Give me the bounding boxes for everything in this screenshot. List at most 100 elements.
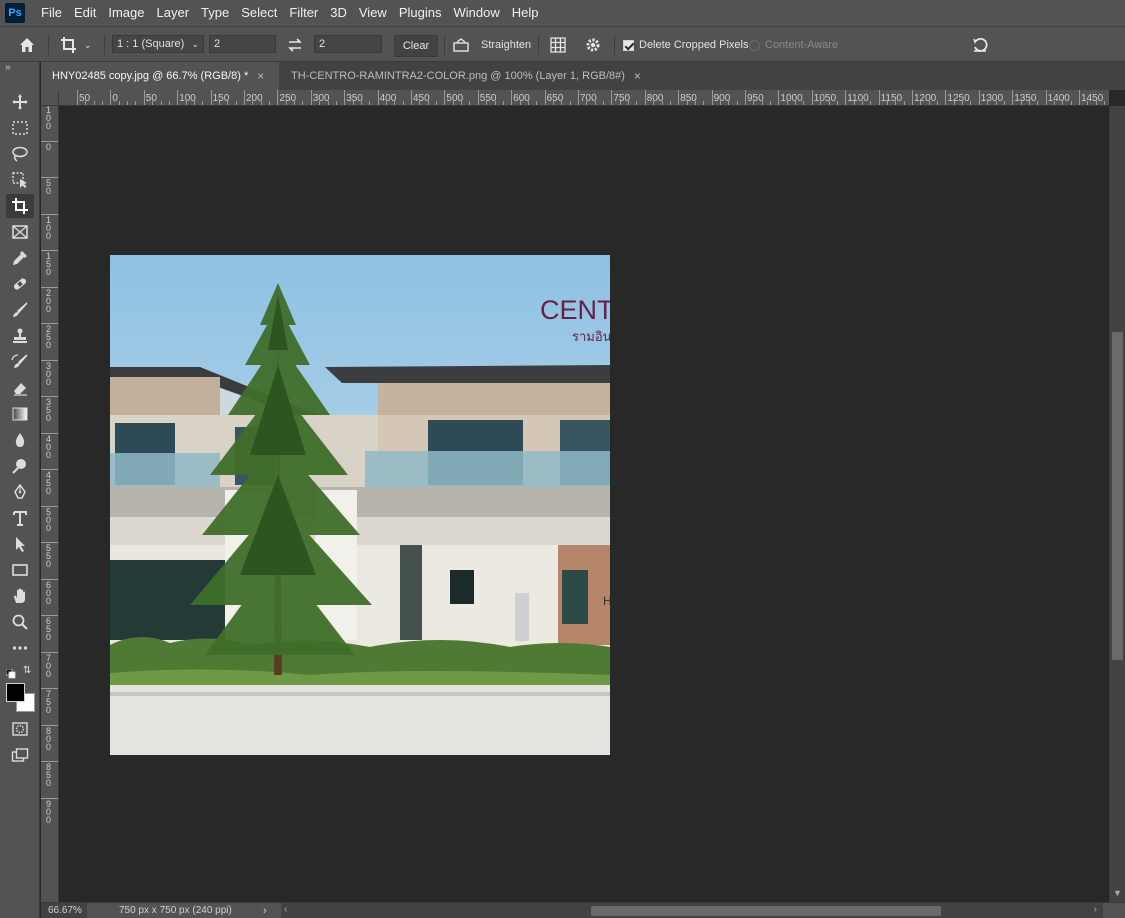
menu-type[interactable]: Type (195, 0, 235, 26)
undo-icon (973, 37, 988, 52)
ruler-tick (344, 90, 346, 105)
straighten-button[interactable]: Straighten (452, 27, 531, 63)
menu-select[interactable]: Select (235, 0, 283, 26)
ruler-tick (310, 90, 312, 105)
ruler-minor-tick (469, 101, 471, 105)
gradient-tool[interactable] (6, 402, 34, 426)
ruler-minor-tick (352, 101, 354, 105)
ruler-tick (444, 90, 446, 105)
overlay-options-button[interactable] (549, 27, 567, 63)
menu-plugins[interactable]: Plugins (393, 0, 448, 26)
screen-mode-button[interactable] (6, 744, 34, 768)
delete-cropped-checkbox[interactable] (623, 39, 634, 51)
object-selection-tool[interactable] (6, 168, 34, 192)
menu-window[interactable]: Window (447, 0, 505, 26)
edit-toolbar-button[interactable] (6, 636, 34, 660)
photoshop-logo[interactable]: Ps (5, 3, 25, 23)
ruler-tick (143, 90, 145, 105)
ruler-tick (377, 90, 379, 105)
ruler-label: 900 (46, 798, 52, 825)
horizontal-scrollbar[interactable]: ‹ › (281, 903, 1103, 918)
ruler-minor-tick (1087, 101, 1089, 105)
path-selection-tool[interactable] (6, 532, 34, 556)
collapse-panel-icon[interactable]: » (5, 62, 11, 73)
scroll-right-icon[interactable]: › (1094, 904, 1097, 915)
type-tool[interactable] (6, 506, 34, 530)
swap-colors-icon[interactable]: ⇅ (23, 665, 31, 676)
menu-layer[interactable]: Layer (151, 0, 196, 26)
ruler-tick (611, 90, 613, 105)
ruler-label: 400 (46, 433, 52, 460)
menu-edit[interactable]: Edit (68, 0, 102, 26)
crop-tool[interactable] (6, 194, 34, 218)
pen-tool[interactable] (6, 480, 34, 504)
lasso-tool[interactable] (6, 142, 34, 166)
ruler-minor-tick (1053, 101, 1055, 105)
ruler-label: 750 (46, 689, 52, 715)
history-brush-tool[interactable] (6, 350, 34, 374)
frame-tool[interactable] (6, 220, 34, 244)
menu-view[interactable]: View (353, 0, 393, 26)
zoom-tool[interactable] (6, 610, 34, 634)
ruler-label: 1000 (780, 93, 803, 104)
ruler-tick (1045, 90, 1047, 105)
vertical-scrollbar[interactable]: ▼ (1109, 106, 1125, 902)
scroll-left-icon[interactable]: ‹ (284, 904, 287, 915)
type-icon (13, 511, 27, 526)
crop-width-input[interactable]: 2 (209, 35, 276, 53)
swap-dimensions-button[interactable] (287, 27, 303, 63)
quick-mask-icon (12, 722, 28, 736)
ruler-minor-tick (302, 101, 304, 105)
brush-icon (13, 302, 28, 317)
menu-help[interactable]: Help (506, 0, 545, 26)
zoom-level-field[interactable]: 66.67% (41, 903, 87, 918)
canvas-area[interactable]: CENT รามอิน H (59, 106, 1109, 902)
quick-mask-button[interactable] (6, 717, 34, 741)
ruler-minor-tick (603, 101, 605, 105)
move-tool[interactable] (6, 90, 34, 114)
vertical-scroll-thumb[interactable] (1112, 332, 1123, 660)
clone-stamp-tool[interactable] (6, 324, 34, 348)
menu-filter[interactable]: Filter (283, 0, 324, 26)
scroll-down-icon[interactable]: ▼ (1113, 888, 1122, 898)
ruler-label: 100 (46, 214, 52, 241)
ratio-preset-select[interactable]: 1 : 1 (Square) ⌄ (112, 35, 204, 53)
ruler-minor-tick (619, 101, 621, 105)
ruler-origin[interactable] (41, 90, 59, 106)
brush-tool[interactable] (6, 298, 34, 322)
ruler-tick (644, 90, 646, 105)
tab-th-centro-ramintra[interactable]: TH-CENTRO-RAMINTRA2-COLOR.png @ 100% (La… (280, 62, 650, 90)
straighten-label: Straighten (481, 39, 532, 51)
default-colors-icon[interactable] (5, 666, 16, 684)
ruler-label: 200 (46, 287, 52, 314)
close-icon[interactable]: × (634, 69, 641, 83)
dodge-tool[interactable] (6, 454, 34, 478)
ruler-minor-tick (828, 101, 830, 105)
menu-image[interactable]: Image (102, 0, 150, 26)
blur-tool[interactable] (6, 428, 34, 452)
healing-brush-tool[interactable] (6, 272, 34, 296)
hand-tool[interactable] (6, 584, 34, 608)
menu-3d[interactable]: 3D (324, 0, 353, 26)
crop-height-input[interactable]: 2 (314, 35, 382, 53)
foreground-color-swatch[interactable] (6, 683, 25, 702)
horizontal-scroll-thumb[interactable] (591, 906, 941, 916)
tab-hny02485[interactable]: HNY02485 copy.jpg @ 66.7% (RGB/8) * × (41, 62, 279, 90)
chevron-right-icon[interactable]: › (263, 903, 267, 918)
menu-file[interactable]: File (35, 0, 68, 26)
home-button[interactable] (18, 27, 36, 63)
horizontal-ruler[interactable]: 50 0 50 100 150 200 250 300 350 400 450 500 550 600 65… (59, 90, 1109, 106)
vertical-ruler[interactable]: 100 0 50 100 150 200 250 300 350 400 450 500 550 600 6… (41, 106, 59, 902)
ruler-minor-tick (853, 101, 855, 105)
eyedropper-tool[interactable] (6, 246, 34, 270)
reset-crop-button[interactable] (971, 27, 989, 63)
eraser-tool[interactable] (6, 376, 34, 400)
crop-tool-preset-button[interactable]: ⌄ (60, 27, 92, 63)
rectangle-tool[interactable] (6, 558, 34, 582)
delete-cropped-pixels-toggle[interactable]: Delete Cropped Pixels (623, 27, 748, 63)
close-icon[interactable]: × (257, 69, 264, 83)
marquee-tool[interactable] (6, 116, 34, 140)
clear-button[interactable]: Clear (394, 35, 438, 57)
ruler-minor-tick (728, 101, 730, 105)
crop-settings-button[interactable] (584, 27, 602, 63)
